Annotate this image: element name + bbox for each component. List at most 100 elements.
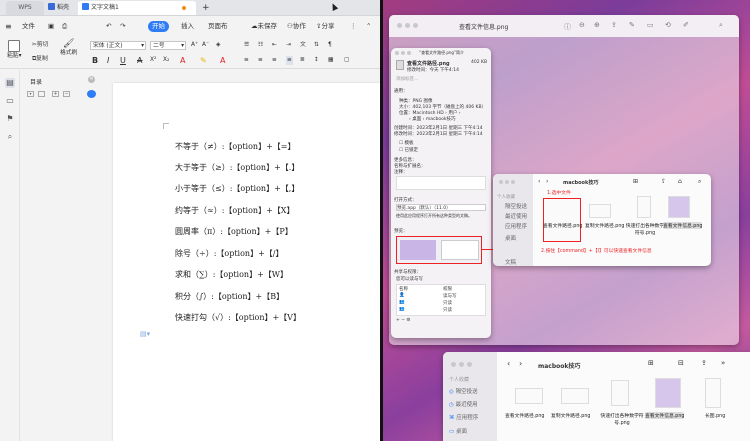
save-status[interactable]: ☁未保存 xyxy=(251,21,277,32)
quick-save-icon[interactable]: ▣ xyxy=(48,21,54,32)
finder2-close-dot[interactable] xyxy=(451,362,456,367)
doc-line[interactable]: 圆周率（π）:【option】+【P】 xyxy=(175,226,293,237)
font-color-icon[interactable]: A xyxy=(180,56,185,65)
comment-input[interactable] xyxy=(396,176,486,190)
info-close-dot[interactable] xyxy=(395,51,399,55)
finder2-share-icon[interactable]: ⇪ xyxy=(701,359,707,367)
bold-button[interactable]: B xyxy=(92,56,98,65)
doc-line[interactable]: 约等于（≈）:【option】+【X】 xyxy=(175,205,294,216)
perm-buttons[interactable]: + − ⚙ xyxy=(396,318,410,323)
sharing-section[interactable]: 共享与权限： xyxy=(394,269,421,275)
italic-button[interactable]: I xyxy=(107,56,109,65)
line-spacing-icon[interactable]: ↕ xyxy=(314,56,319,65)
finder2-back-icon[interactable]: ‹ xyxy=(507,359,510,368)
open-with-select[interactable]: 预览.app（默认）（11.0） xyxy=(396,204,486,211)
tab-wps-home[interactable]: WPS xyxy=(6,1,44,15)
finder2-view-icon[interactable]: ⊞ xyxy=(648,359,654,367)
annotate-icon[interactable]: ✐ xyxy=(683,21,689,29)
folder-icon[interactable]: ▭ xyxy=(5,96,15,106)
finder2-min-dot[interactable] xyxy=(459,362,464,367)
file-thumb[interactable] xyxy=(543,198,581,242)
finder-view-icon[interactable]: ⊞ xyxy=(633,178,638,185)
cut-button[interactable]: ✂剪切 xyxy=(32,41,48,50)
search-icon[interactable]: ⌕ xyxy=(5,132,15,142)
rotate-icon[interactable]: ⟲ xyxy=(665,21,671,29)
doc-line[interactable]: 快速打勾（√）:【option】+【V】 xyxy=(175,312,301,323)
share-button[interactable]: ⇪分享 xyxy=(316,21,334,32)
file-name[interactable]: 复制文件路径.png xyxy=(551,412,590,419)
file-thumb[interactable] xyxy=(561,388,589,404)
file-name[interactable]: 查看文件信息.png xyxy=(663,222,703,229)
locked-checkbox[interactable]: ☐ 已锁定 xyxy=(399,147,418,153)
strikethrough-icon[interactable]: A xyxy=(137,56,142,65)
info-zoom-dot[interactable] xyxy=(407,51,411,55)
outdent-icon[interactable]: ⇤ xyxy=(272,41,277,50)
grow-font-icon[interactable]: A⁺ xyxy=(191,41,198,50)
open-with-section[interactable]: 打开方式： xyxy=(394,197,417,203)
file-thumb[interactable] xyxy=(705,378,721,408)
finder-search-icon[interactable]: ⌕ xyxy=(698,178,701,186)
minimize-dot[interactable] xyxy=(405,23,410,28)
indent-icon[interactable]: ⇥ xyxy=(286,41,291,50)
zoom-in-icon[interactable]: ⊕ xyxy=(594,21,600,29)
tab-document[interactable]: 文字文稿1 xyxy=(78,1,196,15)
zoom-dot[interactable] xyxy=(413,23,418,28)
quick-print-icon[interactable]: ⎙ xyxy=(62,21,67,32)
toc-smart-icon[interactable] xyxy=(87,90,96,98)
toc-close-icon[interactable]: ✕ xyxy=(88,76,95,83)
undo-icon[interactable]: ↶ xyxy=(106,21,111,32)
comment-section[interactable]: 注释： xyxy=(394,169,408,175)
justify-icon[interactable]: ≡ xyxy=(286,56,293,65)
paste-options-icon[interactable]: ▤▾ xyxy=(140,330,150,338)
add-tab-button[interactable]: + xyxy=(198,1,210,15)
menu-insert[interactable]: 插入 xyxy=(181,21,194,32)
finder-close-dot[interactable] xyxy=(499,180,503,184)
file-thumb[interactable] xyxy=(637,196,651,218)
shading-icon[interactable]: ▦ xyxy=(328,56,333,65)
preview-section[interactable]: 预览： xyxy=(394,228,408,234)
file-name[interactable]: 快速打出各种数学符号.png xyxy=(599,412,645,426)
general-section[interactable]: 通用： xyxy=(394,88,408,94)
toc-remove-icon[interactable]: − xyxy=(63,91,70,97)
superscript-icon[interactable]: X² xyxy=(150,56,156,65)
shrink-font-icon[interactable]: A⁻ xyxy=(202,41,209,50)
bullet-list-icon[interactable]: ☰ xyxy=(244,41,249,50)
file-thumb[interactable] xyxy=(515,388,543,404)
markup-icon[interactable]: ✎ xyxy=(629,21,635,29)
tab-daoke[interactable]: 稻壳 xyxy=(44,1,78,15)
toc-panel-icon[interactable]: ▤ xyxy=(5,78,15,88)
search-icon[interactable]: ⌕ xyxy=(719,21,723,30)
menu-file[interactable]: 文件 xyxy=(22,21,35,32)
highlight-icon[interactable]: ✎ xyxy=(200,56,207,65)
close-dot[interactable] xyxy=(397,23,402,28)
info-min-dot[interactable] xyxy=(401,51,405,55)
sidebar-item-recent[interactable]: ◷ 最近使用 xyxy=(449,400,478,408)
finder-tag-icon[interactable]: ⌂ xyxy=(678,178,682,185)
file-thumb[interactable] xyxy=(668,196,690,218)
sidebar-item-applications[interactable]: 应用程序 xyxy=(505,222,527,230)
paste-button[interactable]: 粘贴▾ xyxy=(7,40,22,61)
file-thumb[interactable] xyxy=(611,380,629,406)
sidebar-item-airdrop[interactable]: 隔空投送 xyxy=(505,202,527,210)
zoom-out-icon[interactable]: ⊖ xyxy=(579,21,585,29)
text-color-icon[interactable]: A xyxy=(220,56,225,65)
file-name[interactable]: 查看文件信息.png xyxy=(645,412,685,419)
toc-add-icon[interactable]: + xyxy=(52,91,59,97)
menu-start[interactable]: 开始 xyxy=(148,21,169,32)
chinese-layout-icon[interactable]: 文 xyxy=(300,41,306,50)
file-name[interactable]: 查看文件路径.png xyxy=(505,412,544,419)
clear-format-icon[interactable]: ◈ xyxy=(216,41,220,50)
sidebar-item-recent[interactable]: 最近使用 xyxy=(505,212,527,220)
font-size-select[interactable]: 二号 ▾ xyxy=(150,41,186,50)
doc-line[interactable]: 小于等于（≤）:【option】+【,】 xyxy=(175,183,299,194)
more-icon[interactable]: ⋮ xyxy=(350,21,357,32)
bookmark-icon[interactable]: ⚑ xyxy=(5,114,15,124)
number-list-icon[interactable]: ☷ xyxy=(258,41,263,50)
sidebar-item-desktop[interactable]: ▭ 桌面 xyxy=(449,427,467,435)
toc-expand-icon[interactable]: ▾ xyxy=(27,91,34,97)
file-name[interactable]: 快速打出各种数学符号.png xyxy=(625,222,665,236)
underline-button[interactable]: U xyxy=(120,56,126,65)
finder-share-icon[interactable]: ⇪ xyxy=(661,178,666,185)
finder-zoom-dot[interactable] xyxy=(511,180,515,184)
file-thumb[interactable] xyxy=(589,204,611,218)
